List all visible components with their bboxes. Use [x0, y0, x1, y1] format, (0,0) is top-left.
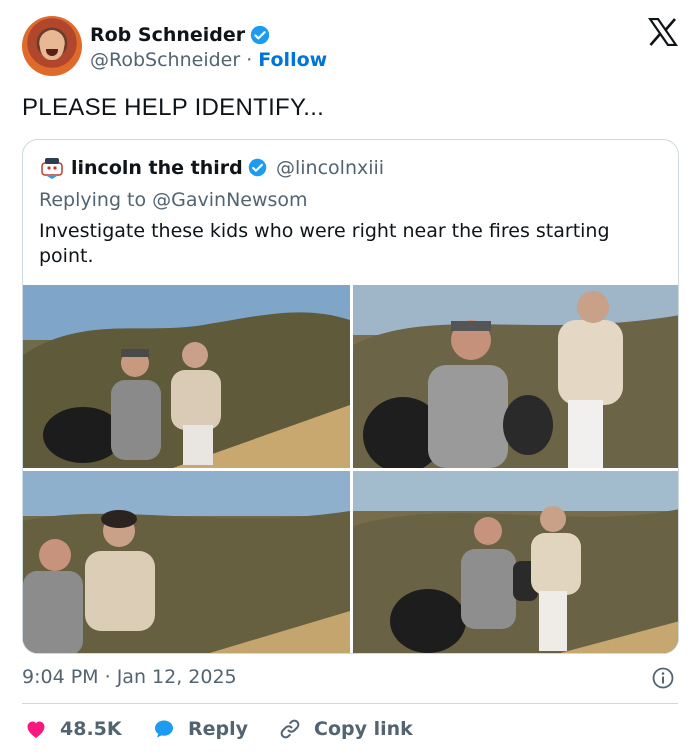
author-avatar[interactable] — [22, 16, 82, 76]
verified-badge-icon — [250, 25, 270, 45]
divider — [22, 703, 678, 704]
like-count: 48.5K — [60, 718, 122, 740]
copy-link-button[interactable]: Copy link — [278, 714, 413, 744]
reply-button[interactable]: Reply — [152, 714, 248, 744]
quote-author-name[interactable]: lincoln the third — [71, 157, 243, 179]
link-icon — [280, 719, 300, 739]
reply-label: Reply — [188, 718, 249, 740]
handle-separator: · — [246, 49, 253, 71]
quote-author-handle[interactable]: @lincolnxiii — [276, 157, 384, 179]
heart-icon — [27, 721, 45, 738]
author-handle[interactable]: @RobSchneider — [90, 49, 240, 71]
tweet-time: 9:04 PM — [22, 666, 99, 688]
media-grid — [23, 285, 678, 653]
quote-author-avatar[interactable] — [39, 155, 65, 181]
info-icon[interactable] — [651, 666, 675, 690]
x-logo-icon[interactable] — [648, 18, 678, 46]
author-handle-line: @RobSchneider · Follow — [90, 49, 327, 71]
quote-text: Investigate these kids who were right ne… — [39, 220, 610, 267]
quote-verified-badge-icon — [248, 158, 267, 177]
media-photo-4[interactable] — [353, 471, 678, 653]
replying-prefix: Replying to — [39, 189, 153, 211]
media-photo-2[interactable] — [353, 285, 678, 468]
speech-bubble-icon — [155, 720, 173, 738]
follow-button[interactable]: Follow — [258, 49, 327, 71]
replying-to-line: Replying to @GavinNewsom — [39, 189, 308, 211]
tweet-timestamp[interactable]: 9:04 PM · Jan 12, 2025 — [22, 666, 237, 688]
action-bar: 48.5K Reply Copy link — [22, 714, 678, 744]
tweet-text: PLEASE HELP IDENTIFY... — [22, 94, 325, 121]
tweet-date: Jan 12, 2025 — [116, 666, 237, 688]
replying-to-handle[interactable]: @GavinNewsom — [152, 189, 307, 211]
tweet-header: Rob Schneider @RobSchneider · Follow — [22, 14, 678, 78]
media-photo-3[interactable] — [23, 471, 350, 653]
meta-separator: · — [104, 666, 111, 688]
copy-link-label: Copy link — [314, 718, 413, 740]
quoted-tweet-card[interactable]: lincoln the third @lincolnxiii Replying … — [22, 139, 679, 654]
author-name[interactable]: Rob Schneider — [90, 24, 245, 46]
media-photo-1[interactable] — [23, 285, 350, 468]
like-button[interactable]: 48.5K — [24, 714, 122, 744]
